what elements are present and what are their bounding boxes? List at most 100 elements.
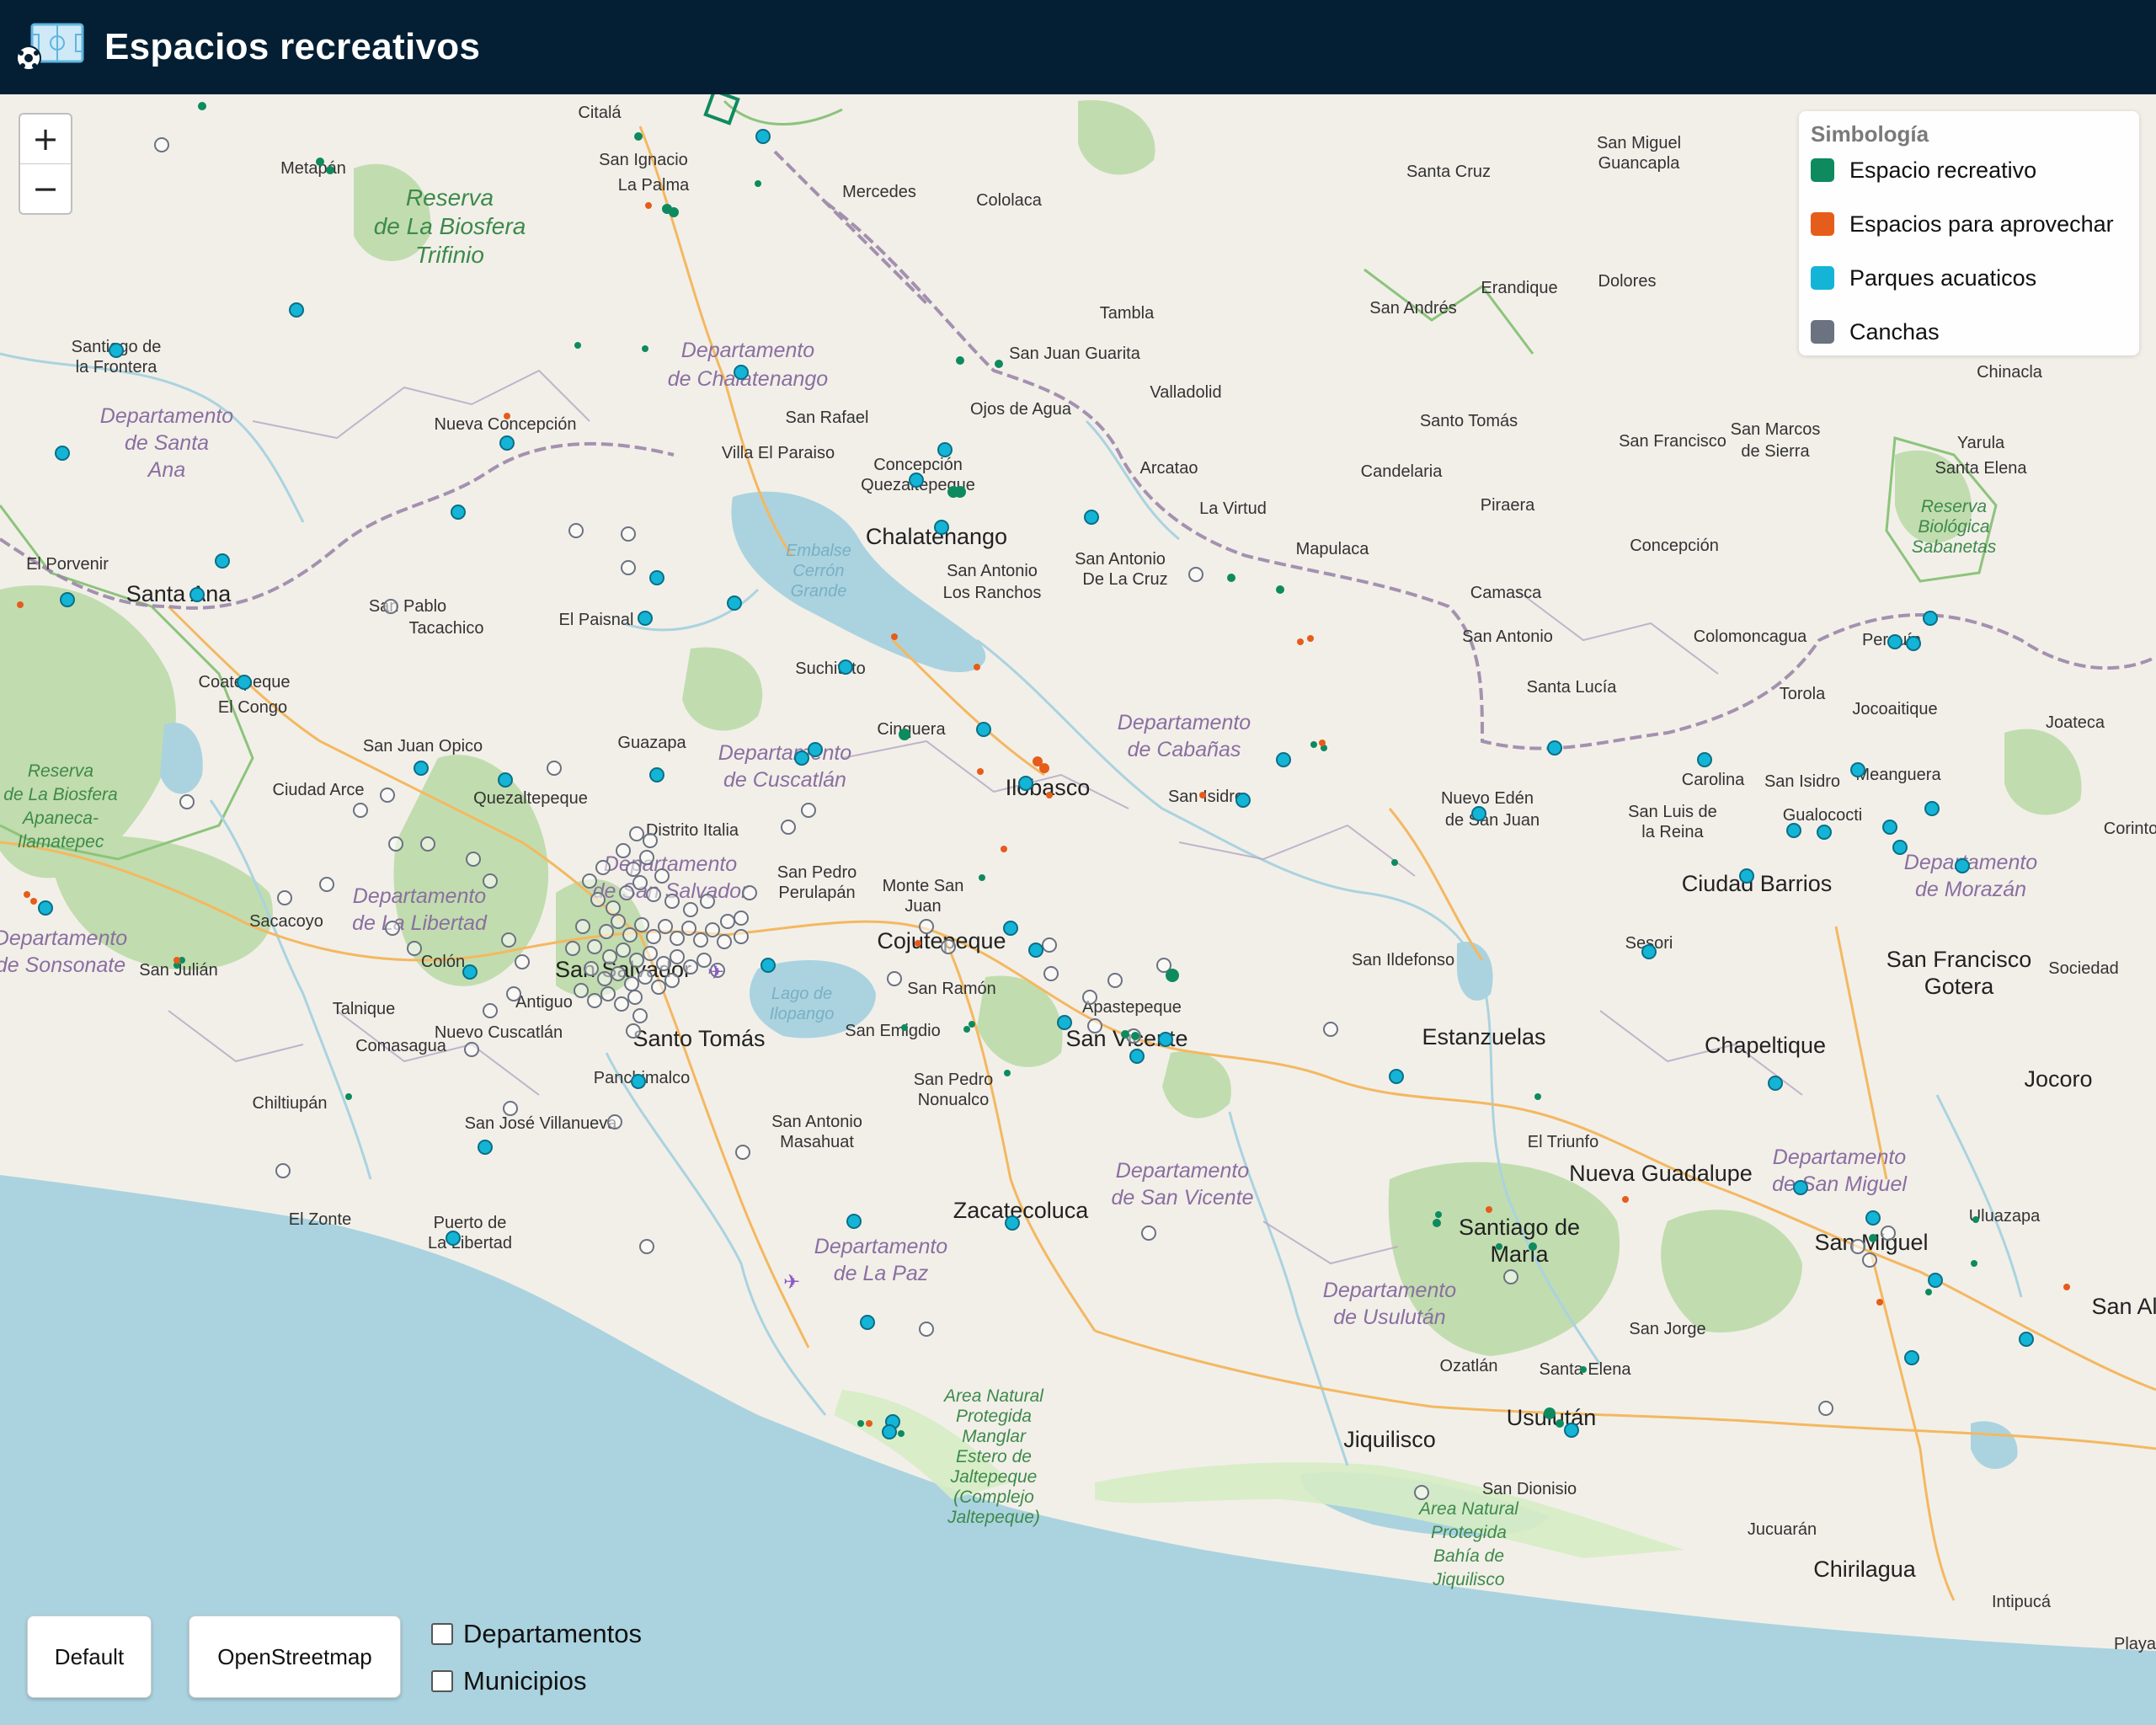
svg-text:Concepción: Concepción xyxy=(873,456,963,474)
layer-toggle-municipios[interactable]: Municipios xyxy=(431,1666,586,1696)
svg-text:Santa Ana: Santa Ana xyxy=(126,581,232,606)
svg-text:Mercedes: Mercedes xyxy=(842,183,916,201)
svg-text:Jiquilisco: Jiquilisco xyxy=(1343,1427,1436,1452)
svg-text:Guancapla: Guancapla xyxy=(1598,154,1681,173)
departamentos-checkbox[interactable] xyxy=(431,1623,453,1645)
svg-text:Jucuarán: Jucuarán xyxy=(1748,1520,1817,1539)
svg-text:San Francisco: San Francisco xyxy=(1886,947,2032,972)
svg-text:✈: ✈ xyxy=(783,1271,800,1294)
svg-text:Talnique: Talnique xyxy=(333,1000,396,1018)
municipios-checkbox[interactable] xyxy=(431,1670,453,1692)
svg-text:Departamento: Departamento xyxy=(718,741,852,765)
svg-text:San Ramón: San Ramón xyxy=(907,980,996,998)
svg-text:Chapeltique: Chapeltique xyxy=(1705,1033,1826,1058)
gray-swatch xyxy=(1811,320,1834,344)
svg-text:San Emigdio: San Emigdio xyxy=(845,1022,940,1040)
legend-label: Parques acuaticos xyxy=(1849,264,2037,291)
svg-text:San Pedro: San Pedro xyxy=(777,863,857,882)
legend-item-parques-acuaticos: Parques acuaticos xyxy=(1811,263,2036,293)
svg-text:San Luis de: San Luis de xyxy=(1628,803,1717,821)
svg-text:de La Libertad: de La Libertad xyxy=(352,911,488,935)
svg-text:Embalse: Embalse xyxy=(786,542,851,560)
svg-text:Sacacoyo: Sacacoyo xyxy=(249,912,323,931)
svg-text:Area Natural: Area Natural xyxy=(1417,1499,1519,1519)
svg-text:Estanzuelas: Estanzuelas xyxy=(1422,1024,1545,1049)
svg-text:Nuevo Edén: Nuevo Edén xyxy=(1441,789,1534,808)
svg-text:de Morazán: de Morazán xyxy=(1915,878,2026,901)
svg-text:Candelaria: Candelaria xyxy=(1361,462,1444,481)
svg-text:Santa Lucía: Santa Lucía xyxy=(1527,678,1618,697)
svg-text:Departamento: Departamento xyxy=(1904,851,2038,874)
svg-text:San Isidro: San Isidro xyxy=(1764,772,1840,791)
svg-text:Torola: Torola xyxy=(1780,685,1826,703)
svg-text:Cerrón: Cerrón xyxy=(792,562,844,580)
svg-text:San Ildefonso: San Ildefonso xyxy=(1352,951,1454,969)
svg-text:San Miguel: San Miguel xyxy=(1597,134,1681,152)
svg-text:Yarula: Yarula xyxy=(1957,434,2005,452)
svg-text:Antiguo: Antiguo xyxy=(515,993,573,1012)
svg-text:Distrito Italia: Distrito Italia xyxy=(646,821,739,840)
svg-text:Jaltepeque): Jaltepeque) xyxy=(947,1508,1040,1527)
svg-text:Ciudad Barrios: Ciudad Barrios xyxy=(1682,871,1833,896)
zoom-in-button[interactable]: + xyxy=(20,115,71,163)
svg-text:La Virtud: La Virtud xyxy=(1199,499,1267,518)
svg-text:Santa Elena: Santa Elena xyxy=(1935,459,2028,478)
layer-label: Municipios xyxy=(463,1666,587,1696)
svg-text:Manglar: Manglar xyxy=(962,1427,1027,1446)
svg-text:Ojos de Agua: Ojos de Agua xyxy=(970,400,1072,419)
svg-text:Departamento: Departamento xyxy=(1773,1146,1907,1169)
legend-label: Canchas xyxy=(1849,318,1940,344)
svg-text:✈: ✈ xyxy=(707,961,724,984)
svg-text:la Reina: la Reina xyxy=(1641,823,1704,841)
svg-text:El Paisnal: El Paisnal xyxy=(559,611,634,629)
svg-text:Reserva: Reserva xyxy=(406,184,494,211)
svg-text:Zacatecoluca: Zacatecoluca xyxy=(953,1198,1090,1223)
svg-text:Santiago de: Santiago de xyxy=(1459,1215,1580,1240)
svg-text:de Cabañas: de Cabañas xyxy=(1128,738,1241,761)
svg-text:Suchitoto: Suchitoto xyxy=(795,660,865,678)
svg-text:Gotera: Gotera xyxy=(1924,974,1995,999)
svg-text:Metapán: Metapán xyxy=(280,159,346,178)
svg-text:Ana: Ana xyxy=(147,458,186,482)
svg-text:San Rafael: San Rafael xyxy=(786,409,869,427)
svg-text:de San Miguel: de San Miguel xyxy=(1772,1172,1908,1196)
svg-text:Playas: Playas xyxy=(2114,1635,2156,1653)
zoom-out-button[interactable]: − xyxy=(20,163,71,213)
svg-text:San José Villanueva: San José Villanueva xyxy=(465,1114,618,1133)
svg-text:Protegida: Protegida xyxy=(956,1407,1032,1426)
svg-text:de Sonsonate: de Sonsonate xyxy=(0,953,125,977)
svg-text:Concepción: Concepción xyxy=(1630,537,1719,555)
svg-text:San Andrés: San Andrés xyxy=(1369,299,1456,318)
default-basemap-button[interactable]: Default xyxy=(27,1616,152,1698)
svg-text:San Ale: San Ale xyxy=(2091,1294,2156,1319)
cyan-swatch xyxy=(1811,266,1834,290)
svg-text:Joateca: Joateca xyxy=(2046,713,2105,732)
svg-text:Valladolid: Valladolid xyxy=(1150,383,1221,402)
legend-label: Espacios para aprovechar xyxy=(1849,211,2114,237)
svg-text:Jaltepeque: Jaltepeque xyxy=(950,1467,1038,1487)
svg-text:Departamento: Departamento xyxy=(681,339,815,362)
svg-text:San Ignacio: San Ignacio xyxy=(599,151,688,169)
svg-text:Lago de: Lago de xyxy=(771,985,832,1003)
svg-text:Monte San: Monte San xyxy=(883,877,964,895)
svg-text:San Pablo: San Pablo xyxy=(369,597,446,616)
svg-text:de La Paz: de La Paz xyxy=(834,1262,929,1285)
svg-text:De La Cruz: De La Cruz xyxy=(1082,570,1167,589)
svg-text:Jocoro: Jocoro xyxy=(2024,1066,2092,1092)
svg-text:Comasagua: Comasagua xyxy=(355,1037,447,1055)
app-title: Espacios recreativos xyxy=(104,26,481,67)
zoom-control: + − xyxy=(19,113,72,215)
svg-text:Chirilagua: Chirilagua xyxy=(1813,1557,1917,1582)
svg-text:El Porvenir: El Porvenir xyxy=(26,555,109,574)
svg-text:San Pedro: San Pedro xyxy=(914,1071,994,1089)
svg-text:La Palma: La Palma xyxy=(618,176,690,195)
svg-text:de Santa: de Santa xyxy=(125,431,209,455)
svg-text:La Libertad: La Libertad xyxy=(428,1234,512,1252)
svg-text:San Antonio: San Antonio xyxy=(771,1113,862,1131)
svg-text:San Juan Opico: San Juan Opico xyxy=(363,737,483,756)
openstreetmap-basemap-button[interactable]: OpenStreetmap xyxy=(189,1616,401,1698)
svg-text:Nueva Guadalupe: Nueva Guadalupe xyxy=(1569,1161,1753,1186)
svg-text:Apastepeque: Apastepeque xyxy=(1082,998,1182,1017)
layer-toggle-departamentos[interactable]: Departamentos xyxy=(431,1619,642,1649)
svg-text:El Congo: El Congo xyxy=(218,698,287,717)
